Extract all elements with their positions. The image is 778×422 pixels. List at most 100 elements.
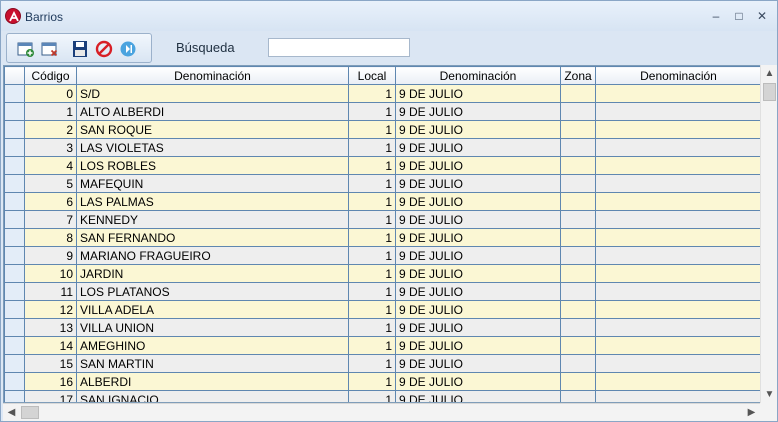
cell-local-denominacion[interactable]: 9 DE JULIO: [395, 192, 561, 211]
row-selector[interactable]: [4, 300, 25, 319]
cell-local-denominacion[interactable]: 9 DE JULIO: [395, 228, 561, 247]
cell-denominacion[interactable]: JARDIN: [76, 264, 349, 283]
row-selector[interactable]: [4, 390, 25, 402]
delete-record-button[interactable]: [39, 38, 61, 60]
cell-local[interactable]: 1: [348, 138, 396, 157]
cell-zona[interactable]: [560, 84, 596, 103]
cell-zona-denominacion[interactable]: [595, 318, 762, 337]
table-row[interactable]: 8 SAN FERNANDO 1 9 DE JULIO: [4, 228, 762, 247]
column-header-local[interactable]: Local: [348, 66, 396, 85]
cell-denominacion[interactable]: ALTO ALBERDI: [76, 102, 349, 121]
cell-zona[interactable]: [560, 372, 596, 391]
new-record-button[interactable]: [15, 38, 37, 60]
cell-local[interactable]: 1: [348, 120, 396, 139]
scroll-right-icon[interactable]: ▶: [743, 404, 760, 421]
title-bar[interactable]: Barrios – □ ✕: [1, 1, 777, 31]
cell-denominacion[interactable]: SAN FERNANDO: [76, 228, 349, 247]
table-row[interactable]: 14 AMEGHINO 1 9 DE JULIO: [4, 336, 762, 355]
column-header-denominacion[interactable]: Denominación: [76, 66, 349, 85]
cell-local[interactable]: 1: [348, 84, 396, 103]
cell-local[interactable]: 1: [348, 228, 396, 247]
column-header-zona[interactable]: Zona: [560, 66, 596, 85]
horizontal-scroll-thumb[interactable]: [21, 406, 39, 419]
table-row[interactable]: 12 VILLA ADELA 1 9 DE JULIO: [4, 300, 762, 319]
cell-local[interactable]: 1: [348, 372, 396, 391]
cell-local[interactable]: 1: [348, 336, 396, 355]
cell-zona-denominacion[interactable]: [595, 156, 762, 175]
cell-zona-denominacion[interactable]: [595, 120, 762, 139]
cell-local-denominacion[interactable]: 9 DE JULIO: [395, 120, 561, 139]
table-row[interactable]: 5 MAFEQUIN 1 9 DE JULIO: [4, 174, 762, 193]
cell-zona-denominacion[interactable]: [595, 246, 762, 265]
cell-local-denominacion[interactable]: 9 DE JULIO: [395, 246, 561, 265]
table-row[interactable]: 15 SAN MARTIN 1 9 DE JULIO: [4, 354, 762, 373]
cell-local-denominacion[interactable]: 9 DE JULIO: [395, 282, 561, 301]
cell-zona-denominacion[interactable]: [595, 354, 762, 373]
cell-zona[interactable]: [560, 174, 596, 193]
row-selector[interactable]: [4, 336, 25, 355]
vertical-scroll-thumb[interactable]: [763, 83, 776, 101]
row-selector[interactable]: [4, 156, 25, 175]
cell-zona[interactable]: [560, 354, 596, 373]
table-row[interactable]: 10 JARDIN 1 9 DE JULIO: [4, 264, 762, 283]
cell-local-denominacion[interactable]: 9 DE JULIO: [395, 390, 561, 402]
cell-zona[interactable]: [560, 228, 596, 247]
cell-local-denominacion[interactable]: 9 DE JULIO: [395, 174, 561, 193]
cell-local-denominacion[interactable]: 9 DE JULIO: [395, 156, 561, 175]
row-selector[interactable]: [4, 138, 25, 157]
minimize-button[interactable]: –: [705, 7, 727, 25]
table-row[interactable]: 7 KENNEDY 1 9 DE JULIO: [4, 210, 762, 229]
table-row[interactable]: 4 LOS ROBLES 1 9 DE JULIO: [4, 156, 762, 175]
row-selector[interactable]: [4, 192, 25, 211]
cell-zona-denominacion[interactable]: [595, 228, 762, 247]
cell-zona-denominacion[interactable]: [595, 192, 762, 211]
cell-zona[interactable]: [560, 102, 596, 121]
cell-codigo[interactable]: 5: [24, 174, 77, 193]
cell-denominacion[interactable]: AMEGHINO: [76, 336, 349, 355]
table-row[interactable]: 6 LAS PALMAS 1 9 DE JULIO: [4, 192, 762, 211]
cell-denominacion[interactable]: LOS ROBLES: [76, 156, 349, 175]
cell-zona-denominacion[interactable]: [595, 84, 762, 103]
cell-codigo[interactable]: 6: [24, 192, 77, 211]
column-header-zona-denominacion[interactable]: Denominación: [595, 66, 762, 85]
cell-codigo[interactable]: 15: [24, 354, 77, 373]
cell-denominacion[interactable]: MAFEQUIN: [76, 174, 349, 193]
row-selector[interactable]: [4, 84, 25, 103]
cell-denominacion[interactable]: MARIANO FRAGUEIRO: [76, 246, 349, 265]
row-selector[interactable]: [4, 246, 25, 265]
column-header-local-denominacion[interactable]: Denominación: [395, 66, 561, 85]
table-row[interactable]: 0 S/D 1 9 DE JULIO: [4, 84, 762, 103]
table-row[interactable]: 16 ALBERDI 1 9 DE JULIO: [4, 372, 762, 391]
cell-codigo[interactable]: 12: [24, 300, 77, 319]
search-input[interactable]: [268, 38, 410, 57]
scroll-down-icon[interactable]: ▼: [761, 386, 778, 403]
table-row[interactable]: 13 VILLA UNION 1 9 DE JULIO: [4, 318, 762, 337]
cell-local-denominacion[interactable]: 9 DE JULIO: [395, 138, 561, 157]
row-selector[interactable]: [4, 354, 25, 373]
cell-zona[interactable]: [560, 282, 596, 301]
cell-local[interactable]: 1: [348, 264, 396, 283]
cell-local-denominacion[interactable]: 9 DE JULIO: [395, 354, 561, 373]
column-header-codigo[interactable]: Código: [24, 66, 77, 85]
cell-denominacion[interactable]: SAN IGNACIO: [76, 390, 349, 402]
cell-zona[interactable]: [560, 156, 596, 175]
cell-zona[interactable]: [560, 120, 596, 139]
cell-local[interactable]: 1: [348, 192, 396, 211]
cell-denominacion[interactable]: LOS PLATANOS: [76, 282, 349, 301]
cell-zona-denominacion[interactable]: [595, 390, 762, 402]
cell-denominacion[interactable]: SAN MARTIN: [76, 354, 349, 373]
row-selector[interactable]: [4, 264, 25, 283]
cell-local-denominacion[interactable]: 9 DE JULIO: [395, 102, 561, 121]
cell-codigo[interactable]: 14: [24, 336, 77, 355]
cell-zona[interactable]: [560, 300, 596, 319]
cell-zona-denominacion[interactable]: [595, 282, 762, 301]
cell-codigo[interactable]: 16: [24, 372, 77, 391]
close-button[interactable]: ✕: [751, 7, 773, 25]
cell-local-denominacion[interactable]: 9 DE JULIO: [395, 210, 561, 229]
table-row[interactable]: 3 LAS VIOLETAS 1 9 DE JULIO: [4, 138, 762, 157]
cell-zona-denominacion[interactable]: [595, 138, 762, 157]
row-selector[interactable]: [4, 372, 25, 391]
cell-local[interactable]: 1: [348, 102, 396, 121]
cell-zona[interactable]: [560, 336, 596, 355]
cell-codigo[interactable]: 8: [24, 228, 77, 247]
